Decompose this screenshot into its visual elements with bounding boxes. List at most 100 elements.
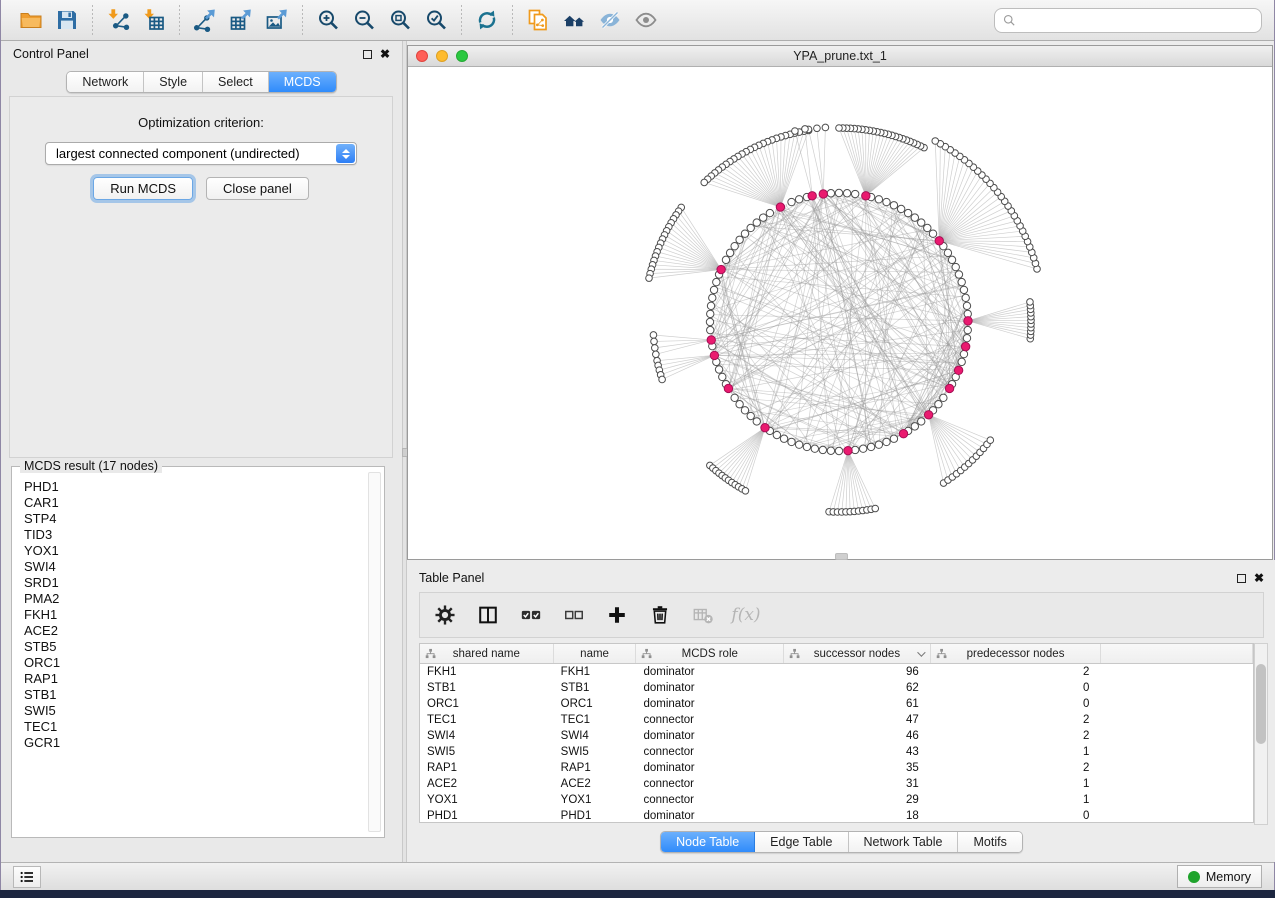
memory-button[interactable]: Memory (1177, 865, 1262, 888)
table-row[interactable]: TEC1TEC1connector472 (420, 712, 1253, 728)
close-mcds-panel-button[interactable]: Close panel (206, 177, 309, 200)
function-builder-button[interactable]: f(x) (733, 598, 759, 632)
deselect-all-button[interactable] (561, 598, 587, 632)
mcds-result-item[interactable]: GCR1 (24, 735, 354, 751)
float-table-panel-button[interactable] (1237, 574, 1246, 583)
scrollbar-thumb[interactable] (1256, 664, 1266, 744)
table-cell: STB1 (554, 682, 637, 694)
column-label: MCDS role (682, 648, 738, 660)
mcds-result-item[interactable]: CAR1 (24, 495, 354, 511)
search-input[interactable] (1017, 10, 1254, 30)
table-cell: FKH1 (554, 666, 637, 678)
column-header-shared-name[interactable]: shared name (420, 644, 554, 663)
table-cell: 1 (931, 746, 1102, 758)
table-cell: 47 (784, 714, 931, 726)
mcds-result-item[interactable]: YOX1 (24, 543, 354, 559)
save-session-button[interactable] (49, 3, 85, 37)
import-table-icon (142, 8, 166, 32)
trash-icon (649, 604, 671, 626)
export-network-button[interactable] (187, 3, 223, 37)
tab-edge-table[interactable]: Edge Table (755, 832, 848, 852)
mcds-result-list[interactable]: PHD1CAR1STP4TID3YOX1SWI4SRD1PMA2FKH1ACE2… (16, 475, 362, 833)
table-options-button[interactable] (432, 598, 458, 632)
first-neighbors-button[interactable] (556, 3, 592, 37)
table-row[interactable]: ACE2ACE2connector311 (420, 776, 1253, 792)
show-all-button[interactable] (628, 3, 664, 37)
search-field[interactable] (994, 8, 1262, 33)
table-row[interactable]: ORC1ORC1dominator610 (420, 696, 1253, 712)
column-header-predecessor-nodes[interactable]: predecessor nodes (931, 644, 1102, 663)
mcds-result-item[interactable]: PHD1 (24, 479, 354, 495)
column-header-mcds-role[interactable]: MCDS role (636, 644, 784, 663)
table-clear-icon (692, 604, 714, 626)
import-table-button[interactable] (136, 3, 172, 37)
mcds-result-item[interactable]: FKH1 (24, 607, 354, 623)
close-control-panel-button[interactable]: ✖ (380, 48, 390, 60)
mcds-result-item[interactable]: SWI5 (24, 703, 354, 719)
run-mcds-button[interactable]: Run MCDS (93, 177, 193, 200)
apply-layout-button[interactable] (469, 3, 505, 37)
table-row[interactable]: PHD1PHD1dominator180 (420, 808, 1253, 824)
mcds-result-item[interactable]: SRD1 (24, 575, 354, 591)
clear-table-button[interactable] (690, 598, 716, 632)
eye-slash-icon (598, 8, 622, 32)
zoom-in-button[interactable] (310, 3, 346, 37)
task-history-button[interactable] (13, 866, 41, 888)
table-row[interactable]: FKH1FKH1dominator962 (420, 664, 1253, 680)
column-visibility-button[interactable] (475, 598, 501, 632)
network-window-titlebar: YPA_prune.txt_1 (408, 46, 1272, 67)
table-row[interactable]: SWI4SWI4dominator462 (420, 728, 1253, 744)
zoom-out-icon (352, 8, 376, 32)
mcds-result-item[interactable]: PMA2 (24, 591, 354, 607)
table-cell: connector (636, 746, 784, 758)
column-header-name[interactable]: name (554, 644, 637, 663)
network-canvas[interactable] (408, 67, 1272, 559)
hide-selected-button[interactable] (592, 3, 628, 37)
mcds-result-item[interactable]: TID3 (24, 527, 354, 543)
tab-node-table[interactable]: Node Table (661, 832, 755, 852)
clone-network-button[interactable] (520, 3, 556, 37)
zoom-out-button[interactable] (346, 3, 382, 37)
tab-network[interactable]: Network (67, 72, 144, 92)
select-all-button[interactable] (518, 598, 544, 632)
table-row[interactable]: STB1STB1dominator620 (420, 680, 1253, 696)
tab-network-table[interactable]: Network Table (849, 832, 959, 852)
table-scrollbar[interactable] (1254, 643, 1268, 825)
tab-select[interactable]: Select (203, 72, 269, 92)
mcds-scrollbar[interactable] (368, 472, 381, 832)
splitter-grip-icon[interactable] (835, 553, 848, 560)
zoom-fit-button[interactable] (382, 3, 418, 37)
mcds-result-item[interactable]: RAP1 (24, 671, 354, 687)
table-row[interactable]: SWI5SWI5connector431 (420, 744, 1253, 760)
export-network-icon (193, 8, 217, 32)
mcds-result-item[interactable]: ORC1 (24, 655, 354, 671)
mcds-result-item[interactable]: STP4 (24, 511, 354, 527)
optimization-criterion-select[interactable]: largest connected component (undirected) (45, 142, 357, 165)
mcds-result-item[interactable]: TEC1 (24, 719, 354, 735)
table-row[interactable]: RAP1RAP1dominator352 (420, 760, 1253, 776)
table-panel-titlebar: Table Panel ✖ (407, 565, 1275, 591)
export-image-button[interactable] (259, 3, 295, 37)
export-table-button[interactable] (223, 3, 259, 37)
tab-mcds[interactable]: MCDS (269, 72, 336, 92)
close-table-panel-button[interactable]: ✖ (1254, 572, 1264, 584)
mcds-result-item[interactable]: STB1 (24, 687, 354, 703)
tab-motifs[interactable]: Motifs (958, 832, 1021, 852)
column-header-successor-nodes[interactable]: successor nodes (784, 644, 931, 663)
table-cell: 18 (784, 810, 931, 822)
mcds-result-item[interactable]: STB5 (24, 639, 354, 655)
float-control-panel-button[interactable] (363, 50, 372, 59)
table-cell: 29 (784, 794, 931, 806)
table-row[interactable]: YOX1YOX1connector291 (420, 792, 1253, 808)
delete-column-button[interactable] (647, 598, 673, 632)
mcds-result-item[interactable]: ACE2 (24, 623, 354, 639)
table-toolbar: f(x) (419, 592, 1264, 638)
zoom-selected-button[interactable] (418, 3, 454, 37)
import-network-button[interactable] (100, 3, 136, 37)
mcds-result-item[interactable]: SWI4 (24, 559, 354, 575)
main-toolbar (1, 0, 1274, 41)
table-cell: SWI4 (554, 730, 637, 742)
add-column-button[interactable] (604, 598, 630, 632)
open-file-button[interactable] (13, 3, 49, 37)
tab-style[interactable]: Style (144, 72, 203, 92)
